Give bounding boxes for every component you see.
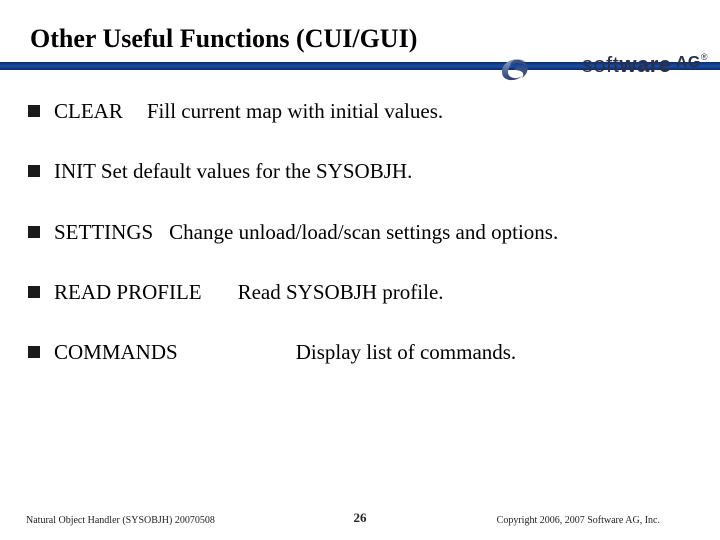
footer-copyright: Copyright 2006, 2007 Software AG, Inc. — [497, 515, 660, 526]
list-item: INIT Set default values for the SYSOBJH. — [28, 158, 688, 184]
square-bullet-icon — [28, 226, 40, 238]
bullet-list: CLEAR Fill current map with initial value… — [28, 98, 688, 399]
square-bullet-icon — [28, 105, 40, 117]
item-desc: Fill current map with initial values. — [147, 98, 443, 124]
list-item: CLEAR Fill current map with initial value… — [28, 98, 688, 124]
software-ag-logo: software AG® — [498, 50, 708, 88]
item-label: SETTINGS — [54, 219, 153, 245]
square-bullet-icon — [28, 286, 40, 298]
logo-soft: soft — [582, 52, 619, 77]
square-bullet-icon — [28, 165, 40, 177]
item-label: COMMANDS — [54, 339, 178, 365]
logo-ware: ware — [619, 52, 671, 77]
item-desc: Set default values for the SYSOBJH. — [101, 159, 412, 183]
item-desc: Display list of commands. — [296, 339, 516, 365]
item-label: READ PROFILE — [54, 279, 202, 305]
square-bullet-icon — [28, 346, 40, 358]
logo-ag: AG — [672, 54, 701, 71]
logo-swirl-icon — [498, 52, 534, 82]
item-label: INIT — [54, 159, 101, 183]
list-item: COMMANDS Display list of commands. — [28, 339, 688, 365]
item-text: INIT Set default values for the SYSOBJH. — [54, 158, 412, 184]
item-desc: Change unload/load/scan settings and opt… — [169, 219, 558, 245]
list-item: SETTINGS Change unload/load/scan settings… — [28, 219, 688, 245]
item-desc: Read SYSOBJH profile. — [238, 279, 444, 305]
page-title: Other Useful Functions (CUI/GUI) — [30, 24, 417, 54]
slide: Other Useful Functions (CUI/GUI) softwar… — [0, 0, 720, 540]
logo-reg: ® — [701, 52, 708, 62]
list-item: READ PROFILE Read SYSOBJH profile. — [28, 279, 688, 305]
logo-text: software AG® — [582, 52, 708, 78]
item-label: CLEAR — [54, 98, 123, 124]
